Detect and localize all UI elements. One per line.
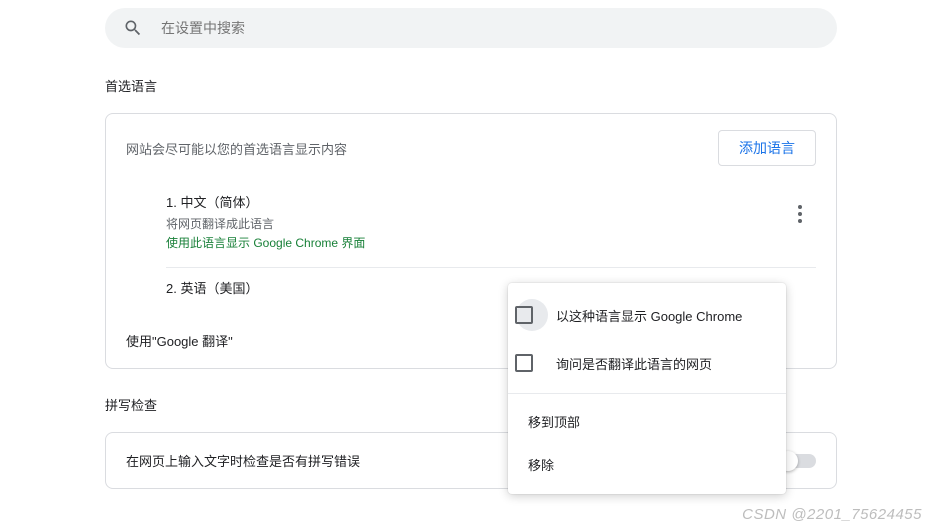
search-input[interactable] — [161, 20, 819, 36]
spell-check-description: 在网页上输入文字时检查是否有拼写错误 — [126, 451, 360, 470]
search-icon — [123, 18, 143, 38]
language-sub-display: 使用此语言显示 Google Chrome 界面 — [166, 234, 784, 253]
checkbox-wrap — [516, 347, 548, 379]
checkbox-wrap — [516, 299, 548, 331]
language-sub-translate: 将网页翻译成此语言 — [166, 215, 784, 234]
search-bar[interactable] — [105, 8, 837, 48]
language-item: 1. 中文（简体） 将网页翻译成此语言 使用此语言显示 Google Chrom… — [166, 182, 816, 268]
menu-item-display-chrome[interactable]: 以这种语言显示 Google Chrome — [508, 291, 786, 339]
watermark: CSDN @2201_75624455 — [742, 506, 922, 523]
menu-label: 以这种语言显示 Google Chrome — [556, 306, 742, 325]
card-description: 网站会尽可能以您的首选语言显示内容 — [126, 139, 347, 158]
menu-item-move-top[interactable]: 移到顶部 — [508, 400, 786, 443]
more-vert-icon — [798, 212, 802, 216]
more-options-button[interactable] — [784, 198, 816, 230]
language-context-menu: 以这种语言显示 Google Chrome 询问是否翻译此语言的网页 移到顶部 … — [508, 283, 786, 494]
menu-label: 询问是否翻译此语言的网页 — [556, 354, 712, 373]
add-language-button[interactable]: 添加语言 — [718, 130, 816, 166]
preferred-languages-title: 首选语言 — [105, 76, 837, 95]
language-name: 1. 中文（简体） — [166, 192, 784, 211]
menu-item-ask-translate[interactable]: 询问是否翻译此语言的网页 — [508, 339, 786, 387]
checkbox-icon — [515, 306, 533, 324]
checkbox-icon — [515, 354, 533, 372]
menu-divider — [508, 393, 786, 394]
menu-item-remove[interactable]: 移除 — [508, 443, 786, 486]
